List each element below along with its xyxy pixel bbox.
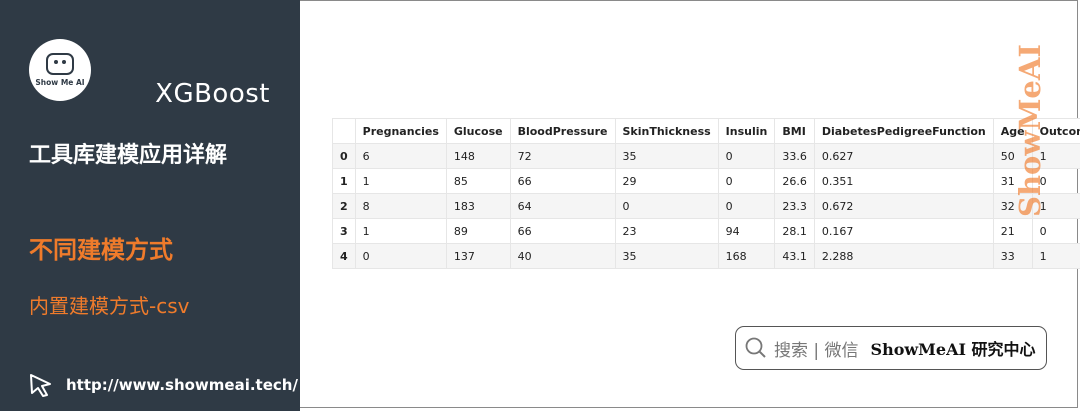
row-index: 0 [332, 143, 356, 169]
table-cell: 21 [992, 218, 1033, 244]
table-cell: 1 [1031, 243, 1080, 269]
column-header: BMI [774, 118, 815, 144]
website-link[interactable]: http://www.showmeai.tech/ [28, 372, 298, 398]
table-row: 4 0 137 40 35 168 43.1 2.288 33 1 [332, 243, 1080, 269]
section-title: 不同建模方式 [29, 236, 173, 264]
robot-face-icon [46, 53, 74, 75]
table-cell: 2.288 [813, 243, 994, 269]
showmeai-watermark: ShowMeAI [1013, 44, 1047, 217]
website-url[interactable]: http://www.showmeai.tech/ [66, 376, 298, 394]
table-cell: 168 [717, 243, 776, 269]
column-header: Insulin [717, 118, 776, 144]
table-cell: 23.3 [774, 193, 815, 219]
table-header: Pregnancies Glucose BloodPressure SkinThick… [332, 118, 1080, 144]
table-cell: 0.627 [813, 143, 994, 169]
table-row: 1 1 85 66 29 0 26.6 0.351 31 0 [332, 168, 1080, 194]
table-cell: 183 [445, 193, 511, 219]
column-header: Pregnancies [354, 118, 447, 144]
column-header: DiabetesPedigreeFunction [813, 118, 994, 144]
column-header: SkinThickness [614, 118, 719, 144]
table-cell: 35 [614, 243, 719, 269]
row-index: 2 [332, 193, 356, 219]
search-brand: ShowMeAI 研究中心 [870, 340, 1036, 359]
table-cell: 0 [354, 243, 447, 269]
subsection-title: 内置建模方式-csv [29, 294, 190, 318]
table-cell: 43.1 [774, 243, 815, 269]
table-cell: 0.351 [813, 168, 994, 194]
wechat-search-box[interactable]: 搜索 | 微信 ShowMeAI 研究中心 [735, 326, 1047, 370]
table-cell: 28.1 [774, 218, 815, 244]
watermark-text: ShowMeAI [1013, 44, 1047, 217]
search-icon [745, 337, 766, 358]
table-cell: 40 [509, 243, 616, 269]
search-hint: 搜索 | 微信 [774, 340, 859, 361]
table-cell: 89 [445, 218, 511, 244]
showmeai-logo: Show Me AI [29, 39, 91, 101]
table-cell: 0.672 [813, 193, 994, 219]
table-cell: 29 [614, 168, 719, 194]
table-body: 0 6 148 72 35 0 33.6 0.627 50 1 1 1 85 66 29 0 26.6 0.351… [332, 143, 1080, 269]
table-cell: 0 [614, 193, 719, 219]
table-cell: 85 [445, 168, 511, 194]
table-cell: 0 [717, 193, 776, 219]
table-cell: 0.167 [813, 218, 994, 244]
table-cell: 8 [354, 193, 447, 219]
column-header: BloodPressure [509, 118, 616, 144]
page-subtitle: 工具库建模应用详解 [29, 143, 228, 168]
table-cell: 137 [445, 243, 511, 269]
table-cell: 148 [445, 143, 511, 169]
sidebar: Show Me AI XGBoost 工具库建模应用详解 不同建模方式 内置建模… [0, 0, 300, 411]
table-row: 3 1 89 66 23 94 28.1 0.167 21 0 [332, 218, 1080, 244]
table-cell: 66 [509, 218, 616, 244]
row-index: 4 [332, 243, 356, 269]
row-index: 1 [332, 168, 356, 194]
table-cell: 26.6 [774, 168, 815, 194]
table-cell: 23 [614, 218, 719, 244]
table-cell: 33 [992, 243, 1033, 269]
header-row: Pregnancies Glucose BloodPressure SkinThick… [332, 118, 1080, 144]
table-cell: 0 [717, 168, 776, 194]
column-header: Glucose [445, 118, 511, 144]
dataframe-table: Pregnancies Glucose BloodPressure SkinThick… [332, 118, 1080, 269]
table-cell: 72 [509, 143, 616, 169]
table-cell: 66 [509, 168, 616, 194]
table-row: 2 8 183 64 0 0 23.3 0.672 32 1 [332, 193, 1080, 219]
table-cell: 33.6 [774, 143, 815, 169]
cursor-icon [30, 374, 51, 397]
brand-title: XGBoost [155, 79, 270, 109]
table-cell: 1 [354, 218, 447, 244]
table-cell: 35 [614, 143, 719, 169]
table-cell: 6 [354, 143, 447, 169]
table-cell: 64 [509, 193, 616, 219]
table-cell: 0 [717, 143, 776, 169]
row-index: 3 [332, 218, 356, 244]
logo-text: Show Me AI [35, 78, 85, 87]
table-row: 0 6 148 72 35 0 33.6 0.627 50 1 [332, 143, 1080, 169]
table-cell: 0 [1031, 218, 1080, 244]
table-cell: 94 [717, 218, 776, 244]
index-header [332, 118, 356, 144]
table-cell: 1 [354, 168, 447, 194]
